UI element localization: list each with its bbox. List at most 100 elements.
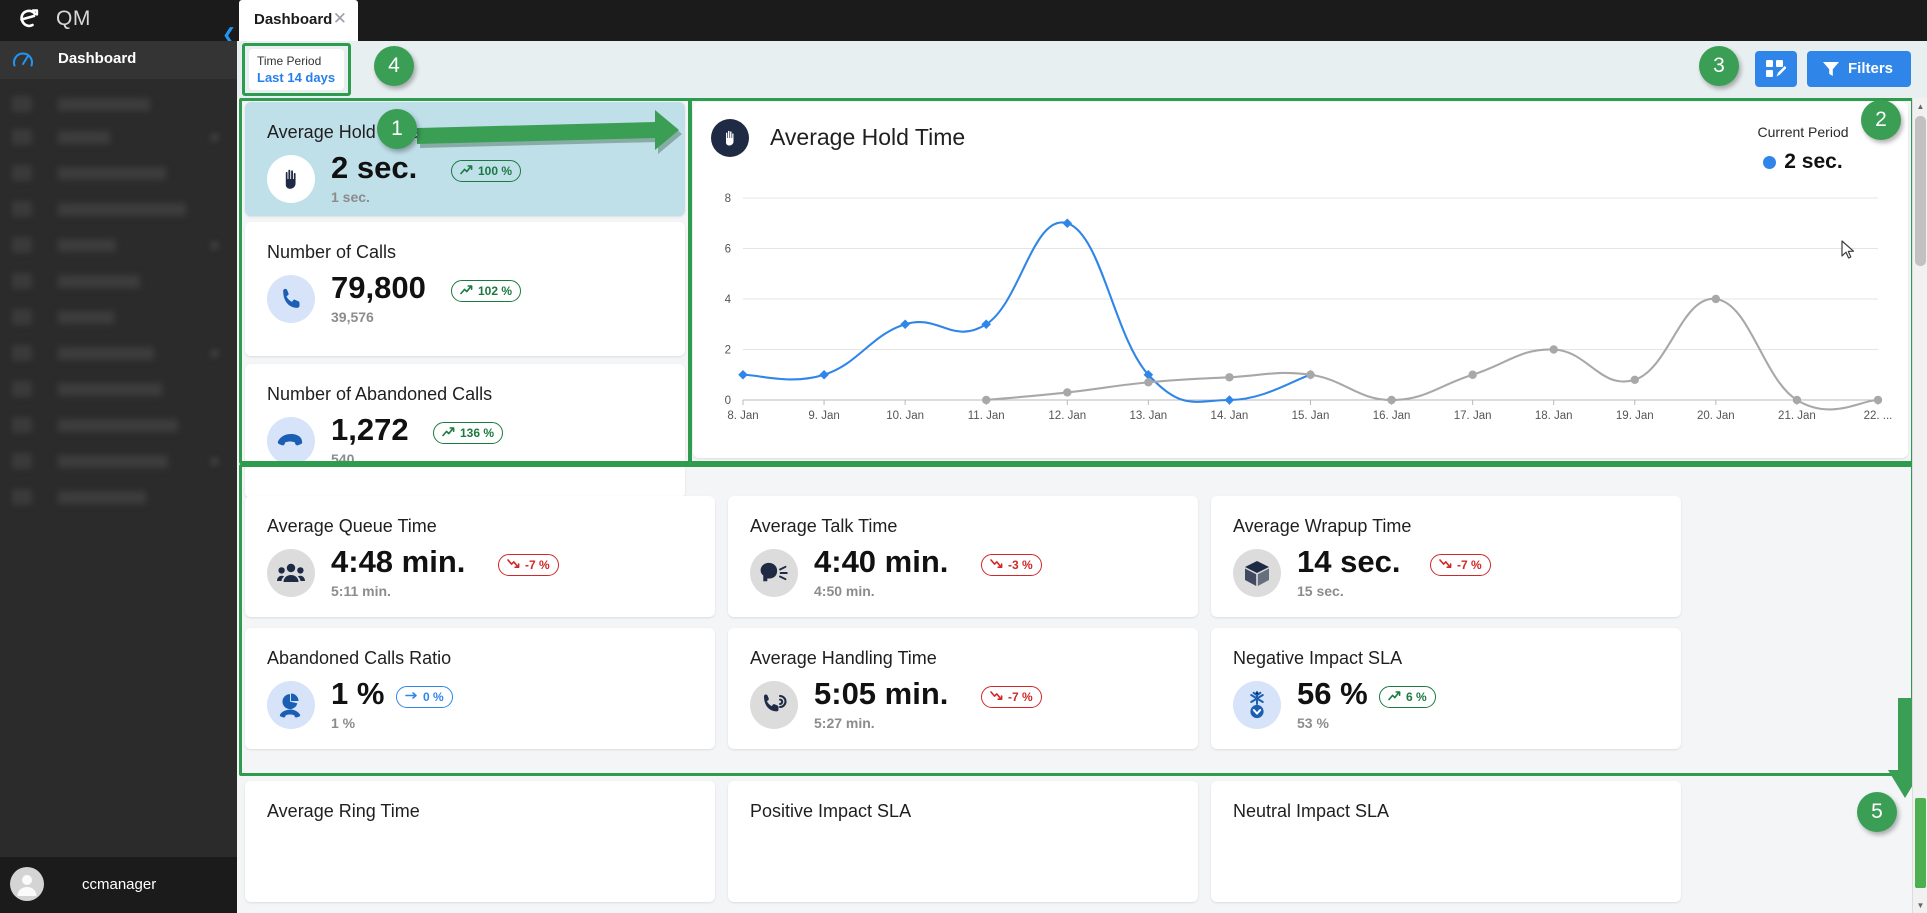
annotation-badge-4: 4	[374, 46, 414, 86]
sidebar-item-icon	[12, 165, 32, 181]
chevron-down-icon	[210, 133, 219, 142]
kpi-card[interactable]: Average Wrapup Time14 sec.15 sec.-7 %	[1211, 496, 1681, 617]
kpi-card[interactable]: Average Ring Time	[245, 781, 715, 902]
sidebar-item-dimmed[interactable]	[0, 263, 237, 299]
kpi-value: 1 %	[331, 676, 384, 712]
chart-title: Average Hold Time	[770, 124, 965, 151]
kpi-card[interactable]: Average Handling Time5:05 min.5:27 min.-…	[728, 628, 1198, 749]
scrollbar-highlight	[1915, 798, 1926, 888]
sidebar-item-icon	[12, 417, 32, 433]
sidebar-item-dimmed[interactable]	[0, 155, 237, 191]
sidebar-item-dimmed[interactable]	[0, 299, 237, 335]
legend-value-wrap: 2 sec.	[1713, 150, 1893, 174]
content-scrollbar[interactable]: ▲ ▼	[1912, 98, 1927, 913]
sidebar-item-dashboard[interactable]: Dashboard	[0, 41, 237, 79]
e-logo-icon	[12, 3, 46, 37]
kpi-trend-value: 102 %	[478, 284, 512, 298]
kpi-trend-badge: 0 %	[396, 686, 453, 708]
svg-text:8. Jan: 8. Jan	[727, 410, 758, 422]
kpi-card[interactable]: Average Queue Time4:48 min.5:11 min.-7 %	[245, 496, 715, 617]
svg-text:13. Jan: 13. Jan	[1129, 410, 1167, 422]
sidebar-item-dimmed[interactable]	[0, 119, 237, 155]
kpi-title: Abandoned Calls Ratio	[267, 648, 451, 669]
phone-hangup-icon	[267, 417, 315, 465]
kpi-value: 14 sec.	[1297, 544, 1400, 580]
hand-stop-icon	[711, 119, 749, 157]
filters-label: Filters	[1848, 60, 1893, 77]
sidebar-item-label	[58, 131, 110, 144]
sidebar-item-icon	[12, 489, 32, 505]
svg-text:20. Jan: 20. Jan	[1697, 410, 1735, 422]
legend-dot-current	[1763, 156, 1776, 169]
scrollbar-thumb[interactable]	[1915, 116, 1926, 266]
trend-down-icon	[1439, 558, 1452, 572]
sidebar-item-dimmed[interactable]	[0, 191, 237, 227]
sidebar-item-icon	[12, 237, 32, 253]
sidebar-item-label	[58, 491, 146, 504]
caret-down-icon[interactable]: ▼	[1913, 897, 1927, 913]
phone-icon	[267, 275, 315, 323]
sidebar-item-dimmed[interactable]	[0, 86, 237, 122]
svg-text:11. Jan: 11. Jan	[968, 410, 1005, 422]
kpi-trend-value: 136 %	[460, 426, 494, 440]
kpi-value: 79,800	[331, 270, 426, 306]
kpi-value: 1,272	[331, 412, 409, 448]
sidebar-item-label	[58, 239, 116, 252]
badge-number: 2	[1875, 108, 1887, 132]
sidebar-item-dimmed[interactable]	[0, 371, 237, 407]
app-root: QM ❮ Dashboard ✕ Dashboard	[0, 0, 1927, 913]
kpi-previous-value: 5:11 min.	[331, 583, 391, 599]
kpi-trend-badge: 102 %	[451, 280, 521, 302]
trend-up-icon	[1388, 690, 1401, 704]
kpi-card[interactable]: Average Talk Time4:40 min.4:50 min.-3 %	[728, 496, 1198, 617]
kpi-card[interactable]: Negative Impact SLA56 %53 %6 %	[1211, 628, 1681, 749]
svg-text:9. Jan: 9. Jan	[808, 410, 839, 422]
kpi-previous-value: 39,576	[331, 309, 374, 325]
sidebar-item-label: Dashboard	[58, 50, 136, 67]
speaking-head-icon	[750, 549, 798, 597]
sidebar-item-dimmed[interactable]	[0, 335, 237, 371]
sidebar-item-icon	[12, 345, 32, 361]
kpi-trend-value: -7 %	[1008, 690, 1033, 704]
sidebar-item-label	[58, 455, 168, 468]
speedometer-icon	[12, 50, 34, 70]
tab-dashboard[interactable]: Dashboard ✕	[239, 0, 358, 41]
kpi-card[interactable]: Positive Impact SLA	[728, 781, 1198, 902]
line-chart-plot[interactable]: 024688. Jan9. Jan10. Jan11. Jan12. Jan13…	[693, 184, 1908, 434]
sidebar-item-icon	[12, 129, 32, 145]
kpi-trend-value: -7 %	[525, 558, 550, 572]
sidebar-item-dimmed[interactable]	[0, 227, 237, 263]
caret-up-icon[interactable]: ▲	[1913, 98, 1927, 114]
kpi-previous-value: 4:50 min.	[814, 583, 875, 599]
sidebar-item-icon	[12, 381, 32, 397]
sidebar-item-dimmed[interactable]	[0, 407, 237, 443]
sidebar-item-label	[58, 347, 154, 360]
hand-stop-icon	[267, 155, 315, 203]
sidebar-item-label	[58, 203, 186, 216]
kpi-title: Average Ring Time	[267, 801, 420, 822]
kpi-title: Number of Abandoned Calls	[267, 384, 492, 405]
kpi-value: 5:05 min.	[814, 676, 948, 712]
chart-panel: Average Hold Time Current Period 2 sec. …	[693, 102, 1908, 458]
chevron-down-icon	[210, 457, 219, 466]
toolbar: Time Period Last 14 days Filters	[237, 41, 1927, 98]
sidebar-user[interactable]: ccmanager	[0, 857, 237, 913]
kpi-card[interactable]: Number of Calls79,80039,576102 %	[245, 222, 685, 356]
close-icon[interactable]: ✕	[333, 10, 347, 27]
filters-button[interactable]: Filters	[1807, 51, 1911, 87]
mouse-pointer-icon	[1841, 240, 1855, 265]
kpi-title: Average Queue Time	[267, 516, 437, 537]
kpi-card[interactable]: Neutral Impact SLA	[1211, 781, 1681, 902]
kpi-title: Negative Impact SLA	[1233, 648, 1402, 669]
time-period-selector[interactable]: Time Period Last 14 days	[249, 49, 344, 90]
kpi-card[interactable]: Abandoned Calls Ratio1 %1 %0 %	[245, 628, 715, 749]
sidebar-item-dimmed[interactable]	[0, 479, 237, 515]
dashboard-edit-button[interactable]	[1755, 51, 1797, 87]
sidebar-item-dimmed[interactable]	[0, 443, 237, 479]
group-people-icon	[267, 549, 315, 597]
kpi-title: Average Wrapup Time	[1233, 516, 1411, 537]
badge-number: 4	[388, 54, 400, 78]
kpi-card[interactable]: Number of Abandoned Calls1,272540136 %	[245, 364, 685, 498]
phone-handling-icon	[750, 681, 798, 729]
kpi-trend-badge: 136 %	[433, 422, 503, 444]
